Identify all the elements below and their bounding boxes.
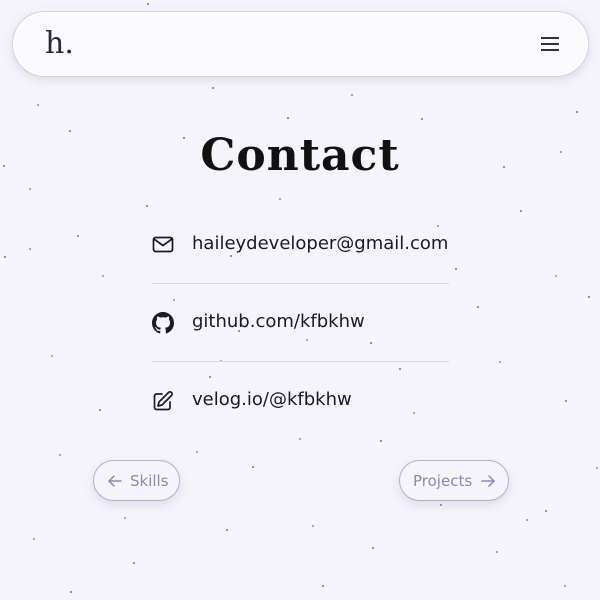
contact-github[interactable]: github.com/kfbkhw — [152, 302, 449, 342]
contact-email-text: haileydeveloper@gmail.com — [192, 233, 449, 254]
contact-github-text: github.com/kfbkhw — [192, 311, 365, 332]
mail-icon — [152, 236, 174, 253]
arrow-left-icon — [108, 475, 122, 487]
divider — [152, 361, 449, 362]
skills-button-label: Skills — [130, 472, 169, 490]
arrow-right-icon — [481, 475, 495, 487]
divider — [152, 283, 449, 284]
page-title: Contact — [200, 130, 400, 181]
hamburger-menu-icon[interactable] — [539, 34, 561, 54]
edit-icon — [153, 391, 173, 411]
github-icon — [152, 312, 174, 334]
projects-button[interactable]: Projects — [399, 460, 509, 501]
contact-blog[interactable]: velog.io/@kfbkhw — [152, 380, 449, 420]
skills-button[interactable]: Skills — [93, 460, 180, 501]
site-logo[interactable]: h. — [45, 24, 74, 64]
projects-button-label: Projects — [413, 472, 473, 490]
contact-blog-text: velog.io/@kfbkhw — [192, 389, 352, 410]
top-navbar: h. — [12, 11, 589, 77]
background-speckles — [3, 3, 598, 593]
contact-email[interactable]: haileydeveloper@gmail.com — [152, 224, 449, 264]
